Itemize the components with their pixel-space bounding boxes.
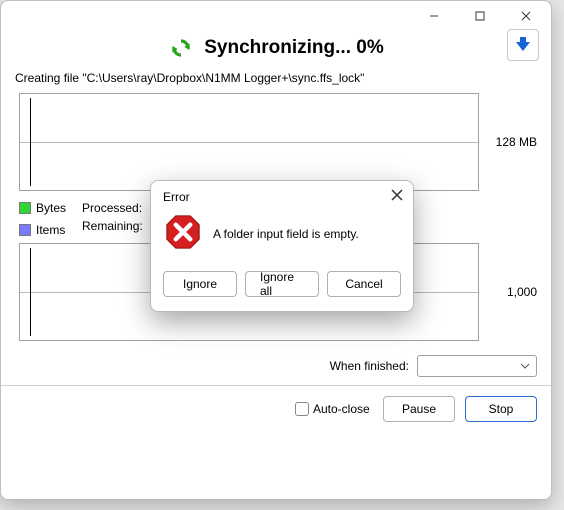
processed-label: Processed: <box>82 201 143 215</box>
when-finished-label: When finished: <box>330 359 409 373</box>
autoclose-checkbox[interactable] <box>295 402 309 416</box>
error-message: A folder input field is empty. <box>213 227 359 241</box>
bytes-swatch <box>19 202 31 214</box>
legend-bytes: Bytes <box>19 201 66 215</box>
error-titlebar: Error <box>151 181 413 208</box>
legend-bytes-label: Bytes <box>36 201 66 215</box>
cancel-button[interactable]: Cancel <box>327 271 401 297</box>
error-dialog: Error A folder input field is empty. Ign… <box>150 180 414 312</box>
page-title: Synchronizing... 0% <box>204 37 383 59</box>
error-body: A folder input field is empty. <box>151 208 413 265</box>
stats: Processed: Remaining: <box>82 201 143 233</box>
when-finished-row: When finished: <box>1 347 551 385</box>
remaining-label: Remaining: <box>82 219 143 233</box>
error-title-text: Error <box>163 190 190 204</box>
bytes-chart-label: 128 MB <box>487 135 537 149</box>
items-swatch <box>19 224 31 236</box>
error-icon <box>165 214 201 253</box>
bytes-chart <box>19 93 479 191</box>
footer: Auto-close Pause Stop <box>1 385 551 432</box>
bytes-chart-row: 128 MB <box>1 93 551 191</box>
status-text: Creating file "C:\Users\ray\Dropbox\N1MM… <box>1 69 551 93</box>
download-button[interactable] <box>507 29 539 61</box>
legend-items: Items <box>19 223 66 237</box>
legend-items-label: Items <box>36 223 65 237</box>
ignore-all-button[interactable]: Ignore all <box>245 271 319 297</box>
autoclose-group: Auto-close <box>295 402 370 416</box>
minimize-button[interactable] <box>411 2 457 30</box>
sync-icon <box>168 35 194 61</box>
stop-button[interactable]: Stop <box>465 396 537 422</box>
error-buttons: Ignore Ignore all Cancel <box>151 265 413 311</box>
when-finished-select[interactable] <box>417 355 537 377</box>
items-chart-label: 1,000 <box>487 285 537 299</box>
ignore-button[interactable]: Ignore <box>163 271 237 297</box>
chevron-down-icon <box>520 360 530 374</box>
error-close-button[interactable] <box>391 189 403 204</box>
maximize-button[interactable] <box>457 2 503 30</box>
autoclose-label: Auto-close <box>313 402 370 416</box>
header: Synchronizing... 0% <box>1 31 551 69</box>
pause-button[interactable]: Pause <box>383 396 455 422</box>
window-titlebar <box>1 1 551 31</box>
close-button[interactable] <box>503 2 549 30</box>
